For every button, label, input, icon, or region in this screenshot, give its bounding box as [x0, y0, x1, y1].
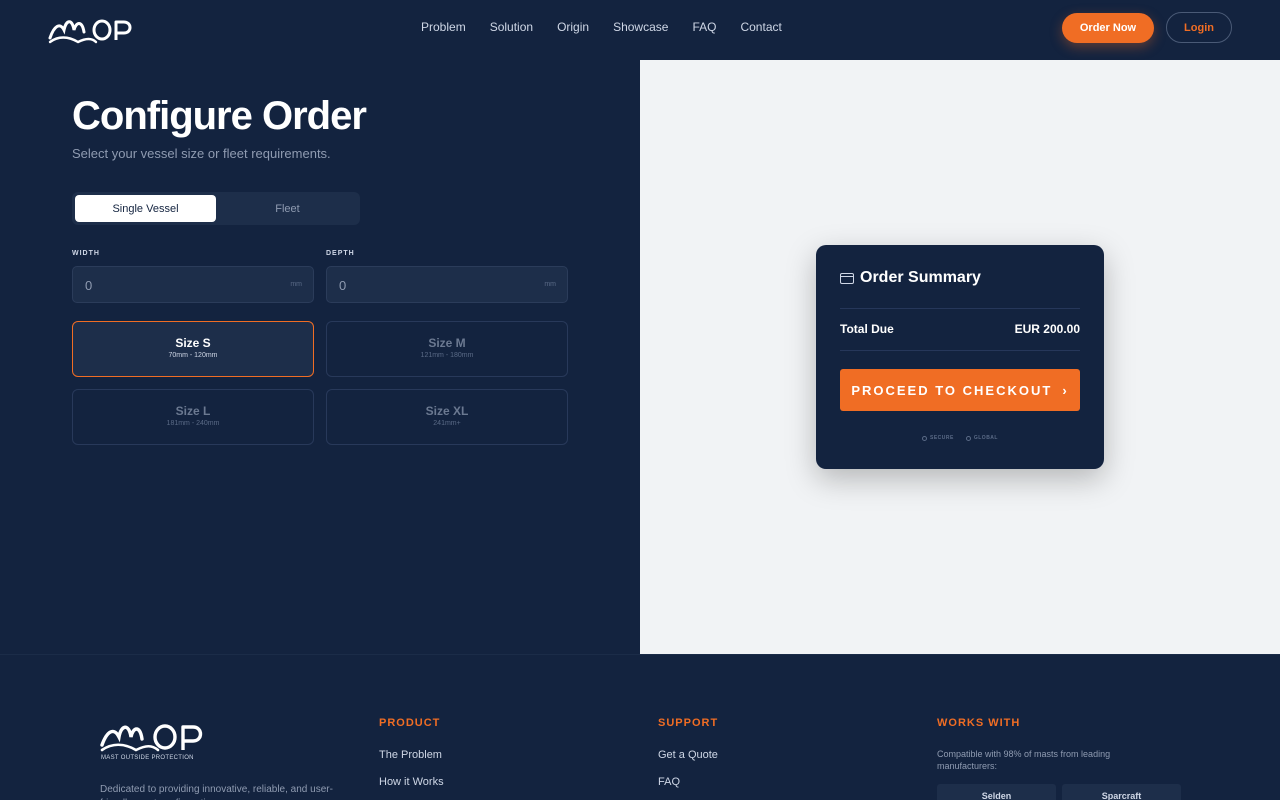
summary-header: Order Summary	[840, 269, 981, 287]
total-label: Total Due	[840, 322, 894, 336]
nav-link-contact[interactable]: Contact	[740, 20, 781, 34]
checkout-label: PROCEED TO CHECKOUT	[851, 382, 1053, 398]
secure-label: SECURE	[930, 435, 954, 441]
summary-panel: Order Summary Total Due EUR 200.00 PROCE…	[640, 60, 1280, 654]
support-heading: SUPPORT	[658, 717, 719, 729]
maker-badge-selden: Selden	[937, 784, 1056, 800]
depth-input[interactable]: 0 mm	[326, 266, 568, 303]
login-button[interactable]: Login	[1166, 12, 1232, 43]
total-value: EUR 200.00	[1014, 322, 1080, 336]
footer-logo[interactable]	[100, 715, 210, 755]
size-name: Size S	[175, 336, 211, 350]
global-label: GLOBAL	[973, 435, 998, 441]
page-subtitle: Select your vessel size or fleet require…	[72, 146, 331, 161]
global-badge: GLOBAL	[965, 435, 998, 441]
brand-tagline: MAST OUTSIDE PROTECTION	[101, 755, 194, 761]
size-card-m[interactable]: Size M 121mm - 180mm	[326, 321, 568, 377]
works-with-heading: WORKS WITH	[937, 717, 1021, 729]
credit-card-icon	[840, 272, 854, 284]
width-input[interactable]: 0 mm	[72, 266, 314, 303]
brand-logo[interactable]	[48, 12, 138, 44]
product-heading: PRODUCT	[379, 717, 441, 729]
toggle-single-vessel[interactable]: Single Vessel	[75, 195, 216, 222]
depth-label: DEPTH	[326, 250, 355, 257]
footer-link-get-a-quote[interactable]: Get a Quote	[658, 749, 718, 761]
chevron-right-icon: ›	[1062, 382, 1069, 398]
footer-link-faq[interactable]: FAQ	[658, 776, 680, 788]
order-summary-card: Order Summary Total Due EUR 200.00 PROCE…	[816, 245, 1104, 469]
compatibility-note: Compatible with 98% of masts from leadin…	[937, 749, 1111, 771]
depth-value: 0	[339, 278, 347, 293]
footer-link-the-problem[interactable]: The Problem	[379, 749, 442, 761]
size-name: Size L	[175, 404, 211, 418]
nav-links: Problem Solution Origin Showcase FAQ Con…	[421, 20, 782, 34]
width-label: WIDTH	[72, 250, 100, 257]
footer-description: Dedicated to providing innovative, relia…	[100, 784, 333, 800]
size-card-s[interactable]: Size S 70mm - 120mm	[72, 321, 314, 377]
secure-badge: SECURE	[922, 435, 954, 441]
size-name: Size M	[428, 336, 466, 350]
nav-link-showcase[interactable]: Showcase	[613, 20, 668, 34]
page-title: Configure Order	[72, 94, 367, 138]
shield-icon	[922, 435, 928, 441]
divider	[840, 350, 1080, 351]
footer-link-how-it-works[interactable]: How it Works	[379, 776, 444, 788]
divider	[840, 308, 1080, 309]
size-range: 121mm - 180mm	[420, 352, 474, 359]
nav-link-problem[interactable]: Problem	[421, 20, 466, 34]
width-value: 0	[85, 278, 93, 293]
nav-link-solution[interactable]: Solution	[490, 20, 533, 34]
top-nav: Problem Solution Origin Showcase FAQ Con…	[0, 0, 1280, 60]
depth-unit: mm	[544, 281, 556, 288]
size-range: 241mm+	[433, 420, 461, 427]
nav-link-faq[interactable]: FAQ	[692, 20, 716, 34]
size-name: Size XL	[425, 404, 469, 418]
summary-title: Order Summary	[860, 269, 981, 286]
size-range: 181mm - 240mm	[166, 420, 220, 427]
order-type-toggle: Single Vessel Fleet	[72, 192, 360, 225]
maker-badge-sparcraft: Sparcraft	[1062, 784, 1181, 800]
size-card-l[interactable]: Size L 181mm - 240mm	[72, 389, 314, 445]
width-unit: mm	[290, 281, 302, 288]
nav-link-origin[interactable]: Origin	[557, 20, 589, 34]
site-footer: MAST OUTSIDE PROTECTION Dedicated to pro…	[0, 654, 1280, 800]
toggle-fleet[interactable]: Fleet	[217, 195, 358, 222]
size-card-xl[interactable]: Size XL 241mm+	[326, 389, 568, 445]
order-now-button[interactable]: Order Now	[1062, 13, 1154, 43]
trust-badges: SECURE GLOBAL	[816, 435, 1104, 441]
globe-icon	[965, 435, 971, 441]
size-range: 70mm - 120mm	[168, 352, 218, 359]
proceed-to-checkout-button[interactable]: PROCEED TO CHECKOUT ›	[840, 369, 1080, 411]
